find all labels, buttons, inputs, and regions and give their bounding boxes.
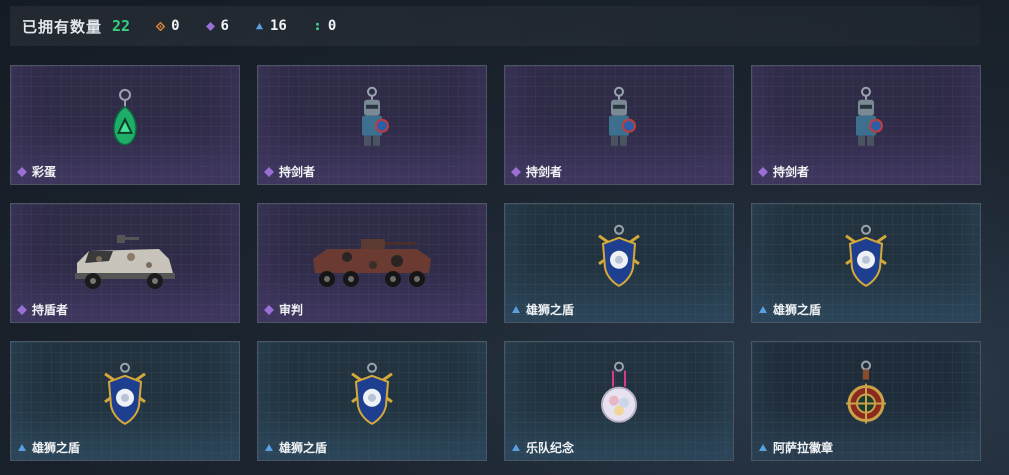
charm-card[interactable]: 雄狮之盾 — [257, 341, 487, 461]
lion-shield-icon — [845, 224, 887, 287]
charm-name: 持剑者 — [758, 163, 809, 180]
charm-card[interactable]: 阿萨拉徽章 — [751, 341, 981, 461]
charm-art-lion-shield — [595, 224, 643, 294]
purple-diamond-icon — [17, 166, 27, 177]
lion-shield-icon — [598, 224, 640, 287]
rarity-count: 0 — [171, 18, 180, 34]
charm-card[interactable]: 持剑者 — [257, 65, 487, 185]
band-badge-icon — [601, 361, 637, 423]
charm-art-apc — [307, 229, 437, 297]
lion-shield-icon — [104, 362, 146, 425]
blue-triangle-icon — [18, 443, 26, 451]
charm-art-knight — [846, 86, 886, 156]
purple-diamond-icon — [17, 304, 27, 315]
charm-name: 雄狮之盾 — [17, 439, 80, 456]
rarity-count: 0 — [327, 18, 337, 34]
purple-diamond-icon — [264, 166, 274, 177]
blue-triangle-icon — [759, 443, 767, 451]
asara-emblem-icon — [846, 360, 886, 424]
blue-triangle-icon — [255, 22, 264, 29]
blue-triangle-icon — [759, 305, 767, 313]
charm-card[interactable]: 持剑者 — [504, 65, 734, 185]
egg-charm-icon — [113, 88, 137, 146]
purple-diamond-icon — [758, 166, 768, 177]
owned-count: 22 — [112, 17, 131, 35]
apc-vehicle-icon — [313, 239, 431, 287]
rarity-blue-count[interactable]: 16 — [255, 18, 287, 34]
charm-card[interactable]: 雄狮之盾 — [10, 341, 240, 461]
rarity-green-count[interactable]: 0 — [313, 18, 336, 34]
charm-art-egg — [105, 87, 145, 155]
rarity-orange-count[interactable]: 0 — [156, 18, 180, 34]
knight-charm-icon — [362, 86, 389, 146]
purple-diamond-icon — [511, 166, 521, 177]
charm-name: 雄狮之盾 — [264, 439, 327, 456]
charm-art-band-badge — [599, 361, 639, 433]
charm-name: 乐队纪念 — [511, 439, 574, 456]
charm-name: 彩蛋 — [17, 163, 56, 180]
charm-name: 审判 — [264, 301, 303, 318]
charm-art-truck — [69, 229, 181, 297]
charm-name: 持剑者 — [511, 163, 562, 180]
blue-triangle-icon — [512, 305, 520, 313]
armored-truck-icon — [75, 235, 175, 289]
knight-charm-icon — [856, 86, 883, 146]
purple-diamond-icon — [205, 21, 215, 31]
charm-name: 阿萨拉徽章 — [758, 439, 833, 456]
purple-diamond-icon — [264, 304, 274, 315]
inventory-summary-bar: 已拥有数量 22 0 6 16 0 — [10, 6, 980, 46]
charm-card[interactable]: 雄狮之盾 — [504, 203, 734, 323]
rarity-purple-count[interactable]: 6 — [205, 18, 229, 34]
charm-art-asara-emblem — [844, 360, 888, 434]
charm-art-lion-shield — [101, 362, 149, 432]
charm-name: 雄狮之盾 — [511, 301, 574, 318]
charm-art-lion-shield — [348, 362, 396, 432]
charm-card[interactable]: 乐队纪念 — [504, 341, 734, 461]
rarity-count: 6 — [220, 18, 229, 34]
orange-diamond-icon — [156, 21, 166, 31]
charm-card[interactable]: 雄狮之盾 — [751, 203, 981, 323]
charm-card[interactable]: 审判 — [257, 203, 487, 323]
charm-art-knight — [352, 86, 392, 156]
green-dots-icon — [315, 22, 319, 30]
charm-card[interactable]: 持盾者 — [10, 203, 240, 323]
knight-charm-icon — [609, 86, 636, 146]
charm-name: 持盾者 — [17, 301, 68, 318]
charm-name: 雄狮之盾 — [758, 301, 821, 318]
rarity-count: 16 — [269, 18, 287, 34]
lion-shield-icon — [351, 362, 393, 425]
charm-grid: 彩蛋 持剑者 持剑者 持剑者 持盾者 审判 雄狮之盾 雄狮之盾 雄狮之盾 雄狮之… — [10, 65, 981, 461]
charm-card[interactable]: 彩蛋 — [10, 65, 240, 185]
owned-label: 已拥有数量 — [22, 17, 103, 36]
charm-name: 持剑者 — [264, 163, 315, 180]
charm-card[interactable]: 持剑者 — [751, 65, 981, 185]
charm-art-knight — [599, 86, 639, 156]
charm-art-lion-shield — [842, 224, 890, 294]
blue-triangle-icon — [265, 443, 273, 451]
blue-triangle-icon — [512, 443, 520, 451]
